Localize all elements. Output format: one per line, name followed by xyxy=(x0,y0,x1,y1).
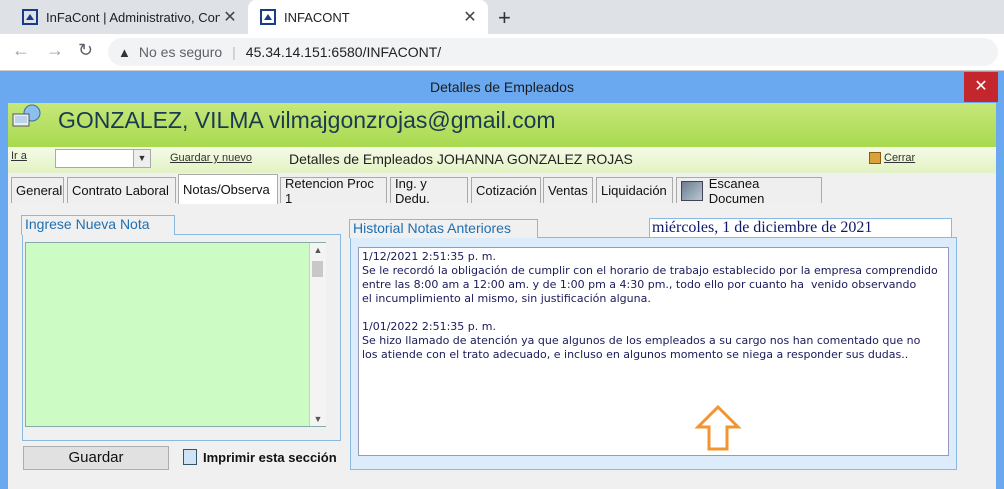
close-tab-icon[interactable]: ✕ xyxy=(220,7,240,27)
scanner-icon xyxy=(681,180,703,201)
reload-icon[interactable]: ↻ xyxy=(78,40,93,61)
new-note-textarea[interactable] xyxy=(25,242,326,427)
browser-tab-title: InFaCont | Administrativo, Contab xyxy=(46,9,220,25)
url-text[interactable]: 45.34.14.151:6580/INFACONT/ xyxy=(246,44,441,60)
tab-label: Escanea Documen xyxy=(708,175,765,206)
details-title: Detalles de Empleados JOHANNA GONZALEZ R… xyxy=(289,151,633,167)
new-note-legend: Ingrese Nueva Nota xyxy=(21,215,175,235)
up-arrow-icon xyxy=(694,404,742,451)
tab-label: Liquidación xyxy=(601,183,667,198)
tab-retencion[interactable]: Retencion Proc 1 xyxy=(280,175,387,206)
scroll-up-icon[interactable]: ▲ xyxy=(310,245,326,255)
tab-notas-observa[interactable]: Notas/Observa xyxy=(178,174,278,204)
address-bar-row: ← → ↻ ▲ No es seguro | 45.34.14.151:6580… xyxy=(0,34,1004,71)
scroll-thumb[interactable] xyxy=(312,261,323,277)
tab-label: Contrato Laboral xyxy=(72,183,169,198)
infacont-favicon-icon xyxy=(260,9,276,25)
scroll-down-icon[interactable]: ▼ xyxy=(310,414,326,424)
printer-icon xyxy=(183,449,197,465)
note-scrollbar[interactable]: ▲ ▼ xyxy=(309,243,326,426)
tab-contrato-laboral[interactable]: Contrato Laboral xyxy=(67,177,176,203)
forward-icon[interactable]: → xyxy=(46,40,64,61)
browser-tab-infacont[interactable]: INFACONT ✕ xyxy=(248,0,488,34)
history-legend: Historial Notas Anteriores xyxy=(349,219,538,238)
employee-name-email: GONZALEZ, VILMA vilmajgonzrojas@gmail.co… xyxy=(58,107,556,133)
tab-label: Retencion Proc 1 xyxy=(285,175,374,206)
window-titlebar: Detalles de Empleados xyxy=(0,71,1004,103)
tab-label: General xyxy=(16,183,63,198)
tab-ventas[interactable]: Ventas xyxy=(543,177,593,203)
save-note-button[interactable]: Guardar xyxy=(23,446,169,470)
window-title: Detalles de Empleados xyxy=(430,79,574,95)
close-form-button[interactable]: Cerrar xyxy=(869,152,915,164)
close-tab-icon[interactable]: ✕ xyxy=(460,7,480,27)
back-icon[interactable]: ← xyxy=(12,40,30,61)
security-label[interactable]: No es seguro xyxy=(139,44,222,60)
browser-tab-strip: InFaCont | Administrativo, Contab ✕ INFA… xyxy=(0,0,1004,34)
tab-label: Ing. y Dedu. xyxy=(395,175,430,206)
tab-label: Cotización xyxy=(476,183,537,198)
tab-liquidacion[interactable]: Liquidación xyxy=(596,177,673,203)
go-to-select[interactable]: ▼ xyxy=(55,149,151,168)
save-and-new-button[interactable]: Guardar y nuevo xyxy=(170,152,252,164)
divider: | xyxy=(232,44,236,60)
infacont-favicon-icon xyxy=(22,9,38,25)
chevron-down-icon[interactable]: ▼ xyxy=(133,150,150,167)
tab-cotizacion[interactable]: Cotización xyxy=(471,177,541,203)
browser-tab-infacont-admin[interactable]: InFaCont | Administrativo, Contab ✕ xyxy=(10,0,248,34)
computer-globe-icon xyxy=(12,104,41,127)
url-field[interactable]: ▲ No es seguro | 45.34.14.151:6580/INFAC… xyxy=(108,38,998,66)
history-notes-text[interactable]: 1/12/2021 2:51:35 p. m. Se le recordó la… xyxy=(358,247,949,456)
tab-escanea-documentos[interactable]: Escanea Documen xyxy=(676,175,822,206)
date-field[interactable]: miércoles, 1 de diciembre de 2021 xyxy=(649,218,952,238)
warning-icon[interactable]: ▲ xyxy=(118,45,131,60)
print-section-button[interactable]: Imprimir esta sección xyxy=(183,449,337,465)
tab-label: Ventas xyxy=(548,183,588,198)
window-close-button[interactable]: ✕ xyxy=(964,72,998,102)
tab-label: Notas/Observa xyxy=(183,182,270,197)
door-exit-icon xyxy=(869,152,881,164)
tab-ing-dedu[interactable]: Ing. y Dedu. xyxy=(390,175,468,206)
tab-general[interactable]: General xyxy=(11,177,64,203)
go-to-label: Ir a xyxy=(11,150,27,162)
print-section-label: Imprimir esta sección xyxy=(203,449,337,465)
close-label: Cerrar xyxy=(884,152,916,164)
new-tab-icon[interactable]: + xyxy=(498,5,511,31)
browser-tab-title: INFACONT xyxy=(284,9,350,25)
